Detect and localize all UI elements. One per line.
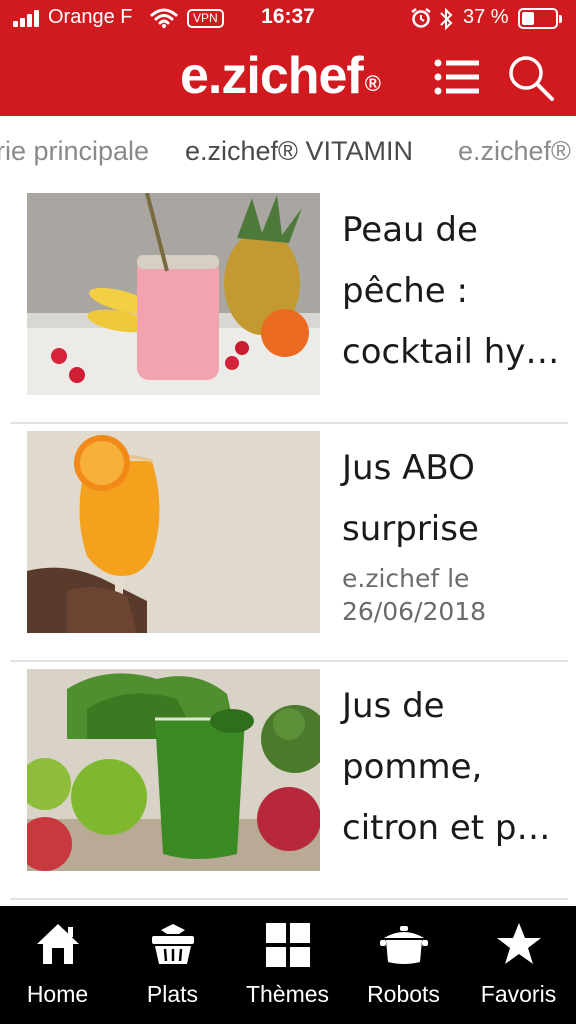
tab-categorie-principale[interactable]: rie principale: [0, 136, 149, 167]
article-image: [27, 669, 320, 871]
article-image: [27, 431, 320, 633]
home-icon: [36, 924, 79, 964]
nav-label: Thèmes: [245, 981, 330, 1007]
nav-favoris[interactable]: Favoris: [461, 906, 576, 1024]
tab-ezichef-vitamin[interactable]: e.zichef® VITAMIN: [185, 136, 413, 167]
nav-home[interactable]: Home: [0, 906, 115, 1024]
tab-ezichef[interactable]: e.zichef®: [458, 136, 571, 167]
article-meta: e.zichef le 26/06/2018: [342, 564, 487, 626]
status-bar: Orange F VPN 16:37 37 %: [0, 0, 576, 38]
nav-label: Home: [26, 981, 89, 1007]
nav-robots[interactable]: Robots: [346, 906, 461, 1024]
article-title[interactable]: Jus ABO surprise: [342, 438, 564, 560]
nav-plats[interactable]: Plats: [115, 906, 230, 1024]
battery-percentage: 37 %: [463, 6, 509, 28]
star-icon: [496, 923, 541, 964]
search-icon[interactable]: [506, 54, 556, 102]
bluetooth-icon: [440, 7, 453, 31]
bottom-navigation: Home Plats Thèmes Robots Favoris: [0, 906, 576, 1024]
battery-icon: [518, 8, 562, 29]
nav-label: Plats: [146, 981, 199, 1007]
nav-themes[interactable]: Thèmes: [230, 906, 345, 1024]
list-menu-icon[interactable]: [434, 58, 480, 96]
category-tabs[interactable]: rie principale e.zichef® VITAMIN e.ziche…: [0, 116, 576, 186]
grid-icon: [265, 923, 310, 967]
alarm-icon: [411, 8, 431, 28]
article-image: [27, 193, 320, 395]
nav-label: Robots: [367, 981, 440, 1007]
basket-icon: [151, 924, 194, 964]
article-card[interactable]: Jus de pomme, citron et p…: [10, 662, 568, 900]
nav-label: Favoris: [480, 981, 557, 1007]
article-card[interactable]: Jus ABO surprise e.zichef le 26/06/2018: [10, 424, 568, 662]
article-title[interactable]: Jus de pomme, citron et p…: [342, 676, 564, 859]
pot-icon: [379, 926, 428, 964]
app-logo[interactable]: e.zichef®: [180, 44, 381, 116]
app-header: Orange F VPN 16:37 37 % e.zichef®: [0, 0, 576, 116]
article-title[interactable]: Peau de pêche : cocktail hy…: [342, 200, 564, 383]
article-card[interactable]: Peau de pêche : cocktail hy…: [10, 186, 568, 424]
